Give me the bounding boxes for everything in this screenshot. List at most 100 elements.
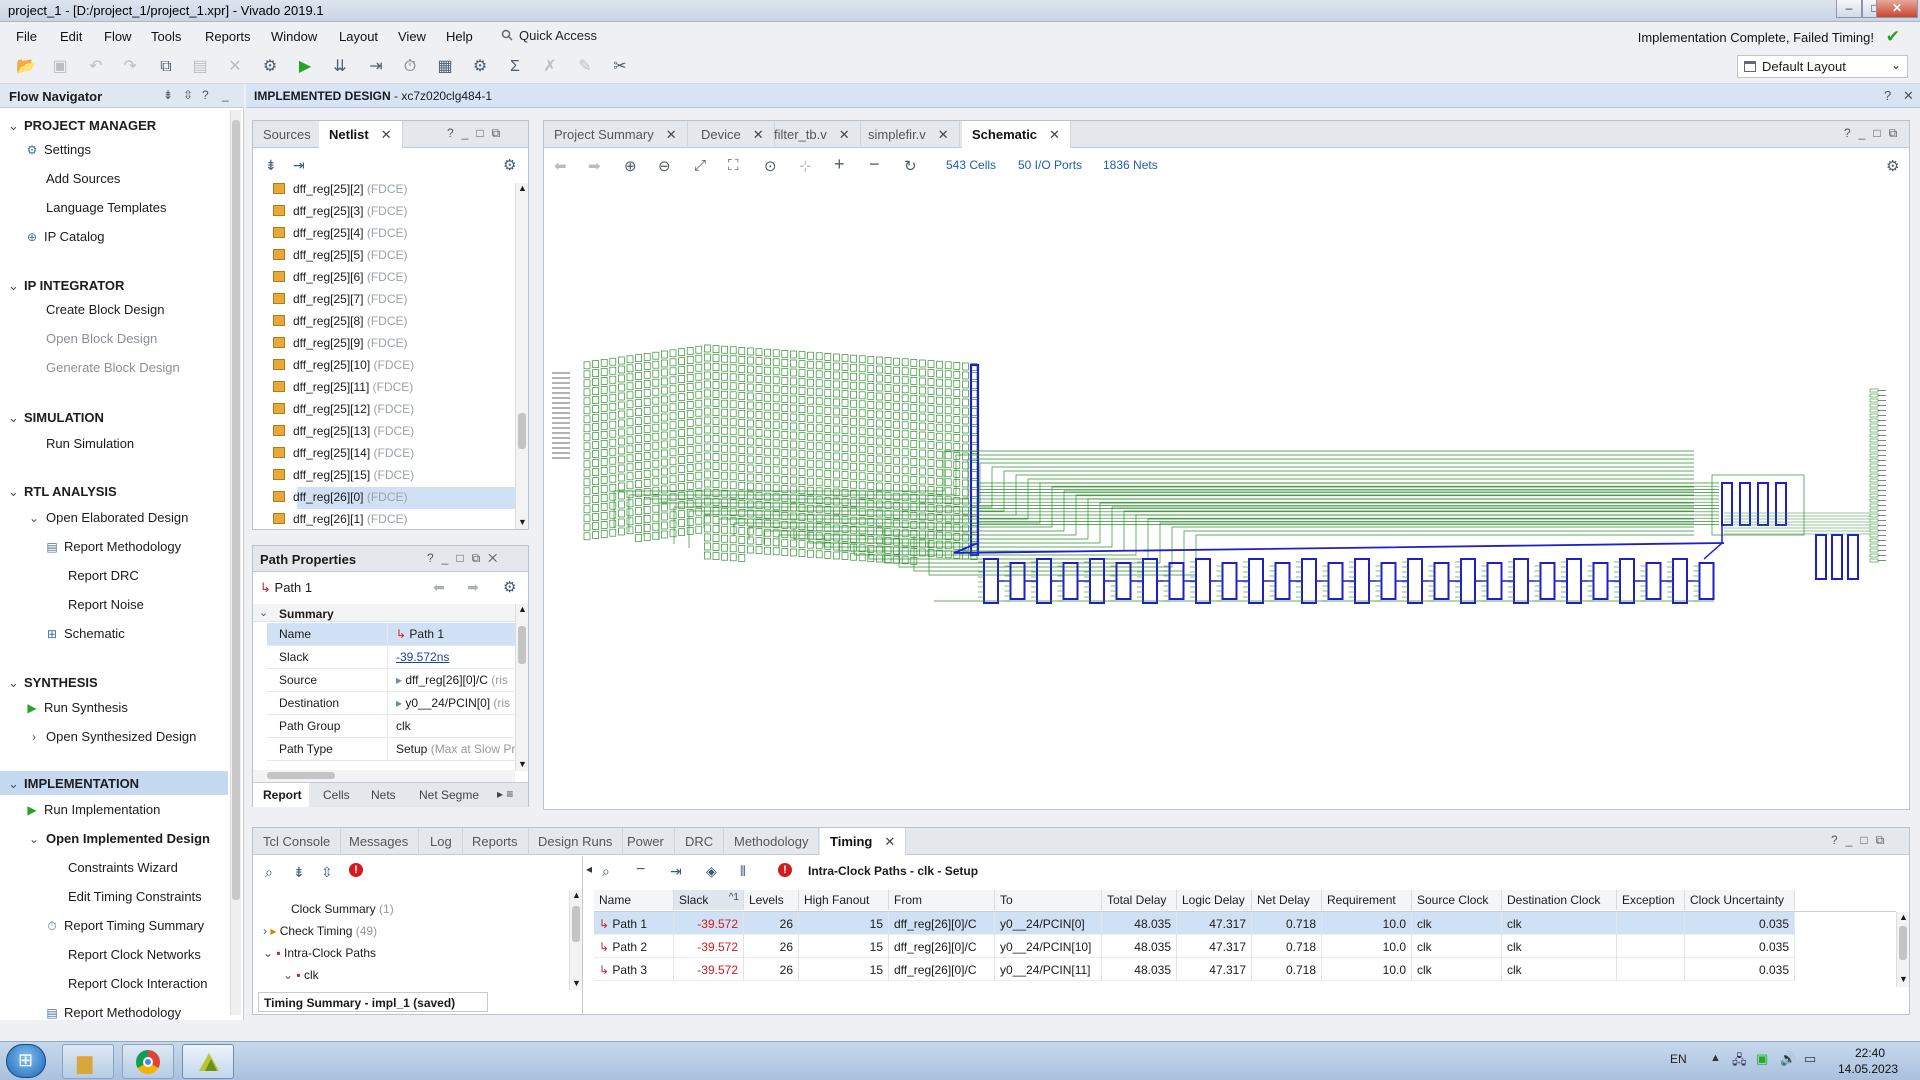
tab-log[interactable]: Log xyxy=(420,828,463,855)
nav-open-synthesized-design[interactable]: › Open Synthesized Design xyxy=(26,729,196,744)
netlist-row[interactable]: dff_reg[25][3] (FDCE) xyxy=(273,201,515,223)
section-simulation[interactable]: ⌄ SIMULATION xyxy=(8,410,104,426)
paste-icon[interactable]: ▤ xyxy=(190,57,210,77)
tab-messages[interactable]: Messages xyxy=(339,828,420,855)
columns-icon[interactable]: ⫴ xyxy=(740,863,746,880)
volume-icon[interactable]: 🔊 xyxy=(1780,1051,1796,1067)
nav-report-timing-summary[interactable]: ⏱ Report Timing Summary xyxy=(44,918,204,934)
property-value[interactable]: -39.572ns xyxy=(387,646,515,669)
cancel-icon[interactable]: ✗ xyxy=(540,57,560,77)
properties-hscroll[interactable] xyxy=(253,770,515,782)
taskbar-chrome[interactable] xyxy=(122,1044,174,1079)
nav-ip-catalog[interactable]: ⊕ IP Catalog xyxy=(24,229,105,244)
gpu-icon[interactable]: ▣ xyxy=(1756,1051,1768,1067)
language-indicator[interactable]: EN xyxy=(1670,1052,1687,1066)
back-arrow-icon[interactable]: ⬅ xyxy=(554,157,567,175)
flow-navigator-scrollbar[interactable] xyxy=(230,110,241,1015)
nav-open-implemented-design[interactable]: ⌄ Open Implemented Design xyxy=(26,831,210,846)
tab-nets[interactable]: Nets xyxy=(371,788,396,802)
schematic-canvas[interactable] xyxy=(544,183,1909,809)
table-row[interactable]: ↳ Path 1 -39.572 26 15 dff_reg[26][0]/C y0__2… xyxy=(594,912,1795,935)
step-icon[interactable]: ⇊ xyxy=(330,57,350,77)
pane-arrow-icon[interactable]: ◂ xyxy=(586,862,592,876)
netlist-row[interactable]: dff_reg[25][2] (FDCE) xyxy=(273,183,515,201)
run-icon[interactable]: ▶ xyxy=(295,57,315,77)
panel-controls[interactable]: ?_□⧉✕ xyxy=(427,551,505,566)
nav-generate-block-design[interactable]: Generate Block Design xyxy=(46,360,180,375)
gear-icon[interactable]: ⚙ xyxy=(1886,157,1899,175)
undo-icon[interactable]: ↶ xyxy=(86,57,106,77)
expand-icon[interactable]: + xyxy=(834,154,845,175)
help-icon[interactable]: ? xyxy=(1884,88,1891,103)
column-header[interactable]: Total Delay xyxy=(1102,890,1177,910)
quick-access-search[interactable]: Quick Access xyxy=(496,25,676,46)
tab-simplefir[interactable]: simplefir.v ✕ xyxy=(858,121,960,148)
column-header[interactable]: Slack ^1 xyxy=(674,890,744,910)
tab-schematic[interactable]: Schematic ✕ xyxy=(962,121,1071,148)
tab-power[interactable]: Power xyxy=(617,828,675,855)
expand-all-icon[interactable]: ⇳ xyxy=(183,88,193,102)
table-row[interactable]: ↳ Path 3 -39.572 26 15 dff_reg[26][0]/C y0__2… xyxy=(594,958,1795,981)
tab-net-segments[interactable]: Net Segme xyxy=(419,788,479,802)
nets-count[interactable]: 1836 Nets xyxy=(1103,158,1158,172)
gear-icon[interactable]: ⚙ xyxy=(503,578,516,596)
column-header[interactable]: From xyxy=(889,890,995,910)
nav-impl-report-methodology[interactable]: ▤ Report Methodology xyxy=(44,1005,181,1020)
zoom-fit-icon[interactable]: ⤢ xyxy=(694,157,706,174)
nav-language-templates[interactable]: Language Templates xyxy=(46,200,166,215)
tab-design-runs[interactable]: Design Runs xyxy=(528,828,624,855)
summary-section[interactable]: ⌄ Summary xyxy=(253,604,515,622)
nav-report-noise[interactable]: Report Noise xyxy=(68,597,144,612)
zoom-in-icon[interactable]: ⊕ xyxy=(624,157,637,175)
netlist-row[interactable]: dff_reg[26][1] (FDCE) xyxy=(273,509,515,529)
tree-check-timing[interactable]: › ▸ Check Timing (49) xyxy=(263,924,377,938)
nav-create-block-design[interactable]: Create Block Design xyxy=(46,302,165,317)
tab-netlist[interactable]: Netlist ✕ xyxy=(319,121,403,148)
tab-device[interactable]: Device ✕ xyxy=(691,121,775,148)
timing-table-scrollbar[interactable]: ▲ ▼ xyxy=(1896,912,1909,987)
netlist-row[interactable]: dff_reg[25][12] (FDCE) xyxy=(273,399,515,421)
tab-methodology[interactable]: Methodology xyxy=(724,828,820,855)
back-arrow-icon[interactable]: ⬅ xyxy=(433,579,445,596)
tools-icon[interactable]: ✂ xyxy=(610,57,630,77)
menu-view[interactable]: View xyxy=(398,29,426,44)
menu-layout[interactable]: Layout xyxy=(339,29,378,44)
nav-schematic[interactable]: ⊞ Schematic xyxy=(44,626,125,641)
column-header[interactable]: Exception xyxy=(1617,890,1685,910)
refresh-icon[interactable]: ↻ xyxy=(904,157,917,175)
pencil-icon[interactable]: ✎ xyxy=(575,57,595,77)
nav-run-simulation[interactable]: Run Simulation xyxy=(46,436,134,451)
menu-edit[interactable]: Edit xyxy=(60,29,82,44)
tree-clk[interactable]: ⌄ ▪ clk xyxy=(283,968,319,982)
tree-clock-summary[interactable]: Clock Summary (1) xyxy=(291,902,394,916)
search-icon[interactable]: ⌕ xyxy=(602,863,610,880)
help-icon[interactable]: ? xyxy=(202,88,209,102)
tab-filter-tb[interactable]: filter_tb.v ✕ xyxy=(764,121,861,148)
tab-cells[interactable]: Cells xyxy=(323,788,350,802)
start-button[interactable]: ⊞ xyxy=(6,1044,46,1078)
settings-icon[interactable]: ⚙ xyxy=(470,57,490,77)
properties-scrollbar[interactable]: ▲ ▼ xyxy=(515,604,528,771)
redo-icon[interactable]: ↷ xyxy=(120,57,140,77)
nav-report-clock-networks[interactable]: Report Clock Networks xyxy=(68,947,201,962)
nav-run-synthesis[interactable]: ▶ Run Synthesis xyxy=(24,700,127,715)
layout-select[interactable]: Default Layout ⌄ xyxy=(1737,55,1908,78)
nav-settings[interactable]: ⚙ Settings xyxy=(24,142,91,157)
network-icon[interactable]: 🖧 xyxy=(1732,1051,1747,1073)
taskbar-vivado[interactable] xyxy=(182,1044,234,1079)
search-icon[interactable]: ⌕ xyxy=(265,864,273,881)
section-rtl-analysis[interactable]: ⌄ RTL ANALYSIS xyxy=(8,484,117,500)
zoom-area-icon[interactable]: ⛶ xyxy=(728,157,739,174)
clock-date[interactable]: 14.05.2023 xyxy=(1838,1062,1898,1076)
cells-count[interactable]: 543 Cells xyxy=(946,158,996,172)
fit-selection-icon[interactable]: ⊹ xyxy=(799,157,812,175)
column-header[interactable]: High Fanout xyxy=(799,890,889,910)
netlist-row[interactable]: dff_reg[25][7] (FDCE) xyxy=(273,289,515,311)
tray-expand-icon[interactable]: ▲ xyxy=(1710,1052,1721,1064)
copy-icon[interactable]: ⧉ xyxy=(156,57,176,77)
menu-flow[interactable]: Flow xyxy=(104,29,131,44)
column-header[interactable]: Source Clock xyxy=(1412,890,1502,910)
display-icon[interactable]: ▭ xyxy=(1804,1051,1816,1067)
forward-arrow-icon[interactable]: ➡ xyxy=(588,157,601,175)
netlist-row[interactable]: dff_reg[25][13] (FDCE) xyxy=(273,421,515,443)
